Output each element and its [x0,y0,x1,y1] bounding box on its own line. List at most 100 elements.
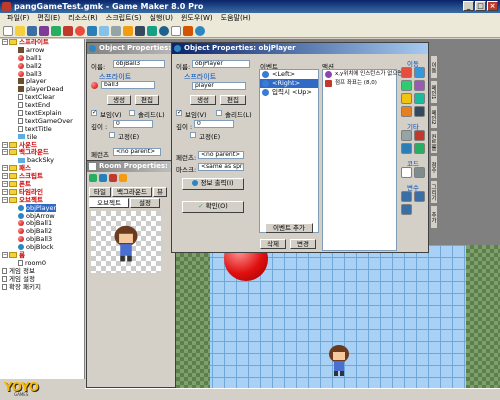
palette-tab-main2[interactable]: 메인2 [430,105,438,129]
execute-script-icon[interactable] [414,167,425,178]
palette-tab-control[interactable]: 컨트롤 [430,130,438,154]
move-free-icon[interactable] [414,67,425,78]
menu-resources[interactable]: 리소스(R) [64,13,102,24]
add-event-button[interactable]: 이벤트 추가 [265,223,313,233]
tab-tiles[interactable]: 타일 [89,187,111,197]
tree-item[interactable]: arrow [0,46,84,55]
add-path-icon[interactable] [111,25,121,36]
new-file-icon[interactable] [3,25,13,36]
persistent-checkbox[interactable] [109,132,115,138]
start-block-icon[interactable] [401,143,412,154]
sprite-field[interactable]: player [192,82,246,90]
tree-item[interactable]: − 스크립트 [0,172,84,181]
player-instance[interactable] [326,343,352,377]
menu-file[interactable]: 파일(F) [3,13,33,24]
gravity-icon[interactable] [414,93,425,104]
name-field[interactable]: objPlayer [192,60,250,68]
shift-icon[interactable] [119,174,127,182]
expand-toggle-icon[interactable]: − [2,252,8,259]
expand-toggle-icon[interactable]: − [2,173,8,180]
set-variable-icon[interactable] [401,191,412,202]
palette-tab-main1[interactable]: 메인1 [430,80,438,104]
room-canvas[interactable] [176,245,500,388]
expand-toggle-icon[interactable]: − [2,181,8,188]
execute-code-icon[interactable] [401,167,412,178]
expand-toggle-icon[interactable]: − [2,39,8,45]
game-info-icon[interactable] [183,25,193,36]
palette-tab-score[interactable]: 점수 [430,155,438,179]
sprite-field[interactable]: ball3 [101,81,155,89]
edit-sprite-button[interactable]: 편집 [135,95,159,105]
clear-icon[interactable] [109,174,117,182]
palette-tab-draw[interactable]: 그리기 [430,180,438,204]
menu-run[interactable]: 실행(U) [145,13,176,24]
solid-checkbox[interactable] [216,110,222,116]
speed-vertical-icon[interactable] [401,93,412,104]
add-script-icon[interactable] [123,25,133,36]
minimize-button[interactable]: _ [463,1,474,11]
move-towards-icon[interactable] [401,80,412,91]
open-file-icon[interactable] [15,25,25,36]
help-icon[interactable] [195,25,205,36]
edit-sprite-button[interactable]: 편집 [220,95,246,105]
expand-toggle-icon[interactable]: − [2,165,8,172]
exit-event-icon[interactable] [414,130,425,141]
parent-field[interactable]: <no parent> [113,148,161,156]
expand-toggle-icon[interactable]: − [2,141,8,148]
tree-item[interactable]: ball1 [0,54,84,63]
event-up-press[interactable]: 입력시 <Up> [260,88,318,97]
end-block-icon[interactable] [414,143,425,154]
ok-button[interactable]: ✓ 확인(O) [182,201,244,213]
tab-settings[interactable]: 설정 [130,198,160,208]
palette-tab-move[interactable]: 이동 [430,55,438,79]
solid-checkbox[interactable] [129,110,135,116]
menu-window[interactable]: 윈도우(W) [177,13,217,24]
tree-item[interactable]: tile [0,133,84,142]
depth-field[interactable]: 0 [194,120,234,128]
new-sprite-button[interactable]: 생성 [107,95,131,105]
visible-checkbox[interactable]: ✓ [91,110,97,116]
draw-variable-icon[interactable] [401,204,412,215]
tree-item[interactable]: objBlock [0,243,84,252]
menu-edit[interactable]: 편집(E) [33,13,64,24]
add-timeline-icon[interactable] [147,25,157,36]
mask-field[interactable]: <same as sprite> [198,163,244,171]
move-fixed-icon[interactable] [401,67,412,78]
test-variable-icon[interactable] [414,191,425,202]
publish-icon[interactable] [39,25,49,36]
palette-tab-extra[interactable]: 추가 [430,205,438,229]
close-button[interactable]: × [487,1,498,11]
parent-field[interactable]: <no parent> [198,151,244,159]
tab-objects[interactable]: 오브젝트 [89,198,129,208]
name-field[interactable]: objBall3 [113,60,165,68]
run-icon[interactable] [51,25,61,36]
depth-field[interactable]: 0 [113,120,153,128]
add-room-icon[interactable] [171,25,181,36]
action-check-empty[interactable]: x,y위치에 인스턴스가 없으면.. [323,70,406,79]
maximize-button[interactable]: □ [475,1,486,11]
events-list[interactable]: <Left> <Right> 입력시 <Up> [259,69,319,233]
tree-item[interactable]: ball2 [0,62,84,71]
visible-checkbox[interactable]: ✓ [176,110,182,116]
event-right[interactable]: <Right> [260,79,318,88]
tab-views[interactable]: 뷰 [153,187,167,197]
add-sprite-icon[interactable] [75,25,85,36]
show-info-button[interactable]: 정보 출력(I) [182,178,244,190]
accept-icon[interactable] [89,174,97,182]
change-event-button[interactable]: 변경 [290,239,316,249]
expand-toggle-icon[interactable]: − [2,188,8,195]
add-sound-icon[interactable] [87,25,97,36]
menu-scripts[interactable]: 스크립트(S) [102,13,146,24]
undo-icon[interactable] [99,174,107,182]
menu-help[interactable]: 도움말(H) [217,13,255,24]
tree-item[interactable]: textTitle [0,125,84,134]
debug-icon[interactable] [63,25,73,36]
save-icon[interactable] [27,25,37,36]
event-left[interactable]: <Left> [260,70,318,79]
expand-toggle-icon[interactable]: − [2,149,8,156]
add-background-icon[interactable] [99,25,109,36]
delete-event-button[interactable]: 삭제 [260,239,286,249]
reverse-vertical-icon[interactable] [414,106,425,117]
tree-item[interactable]: backSky [0,156,84,165]
tree-item[interactable]: 확장 패키지 [0,283,84,292]
